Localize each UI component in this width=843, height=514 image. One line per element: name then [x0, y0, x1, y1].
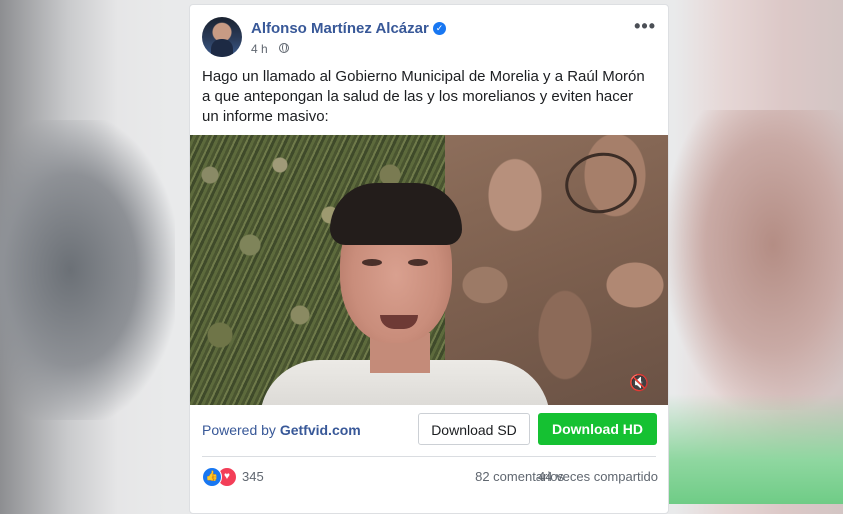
post-card: Alfonso Martínez Alcázar ✓ 4 h ••• Hago …: [189, 4, 669, 514]
verified-badge-icon: ✓: [433, 22, 446, 35]
post-header: Alfonso Martínez Alcázar ✓ 4 h •••: [202, 17, 656, 61]
post-message: Hago un llamado al Gobierno Municipal de…: [202, 68, 645, 125]
reaction-count[interactable]: 345: [242, 469, 264, 484]
post-time[interactable]: 4 h: [251, 42, 268, 56]
globe-icon: [279, 43, 289, 53]
download-bar: Powered by Getfvid.com Download SD Downl…: [190, 405, 668, 455]
like-icon[interactable]: 👍: [202, 467, 222, 487]
author-name[interactable]: Alfonso Martínez Alcázar: [251, 20, 429, 37]
powered-by-link[interactable]: Getfvid.com: [280, 422, 361, 438]
powered-by-prefix: Powered by: [202, 422, 276, 438]
divider: [202, 456, 656, 457]
shares-count[interactable]: 44 veces compartido: [538, 469, 658, 484]
video-person-eye: [408, 259, 428, 266]
powered-by-text: Powered by Getfvid.com: [202, 422, 361, 438]
more-options-icon[interactable]: •••: [634, 17, 656, 35]
background-blur-left: [0, 120, 175, 420]
speaker-muted-icon[interactable]: 🔇: [628, 375, 650, 393]
video-person-eye: [362, 259, 382, 266]
author-avatar[interactable]: [202, 17, 242, 57]
background-blur-right: [668, 110, 843, 410]
download-hd-button[interactable]: Download HD: [538, 413, 657, 445]
download-sd-button[interactable]: Download SD: [418, 413, 530, 445]
video-player[interactable]: 🔇: [190, 135, 668, 405]
video-person-hair: [330, 183, 462, 245]
background-blur-green: [668, 394, 843, 504]
reactions-bar: 👍 ♥ 345 82 comentarios 44 veces comparti…: [202, 465, 658, 489]
